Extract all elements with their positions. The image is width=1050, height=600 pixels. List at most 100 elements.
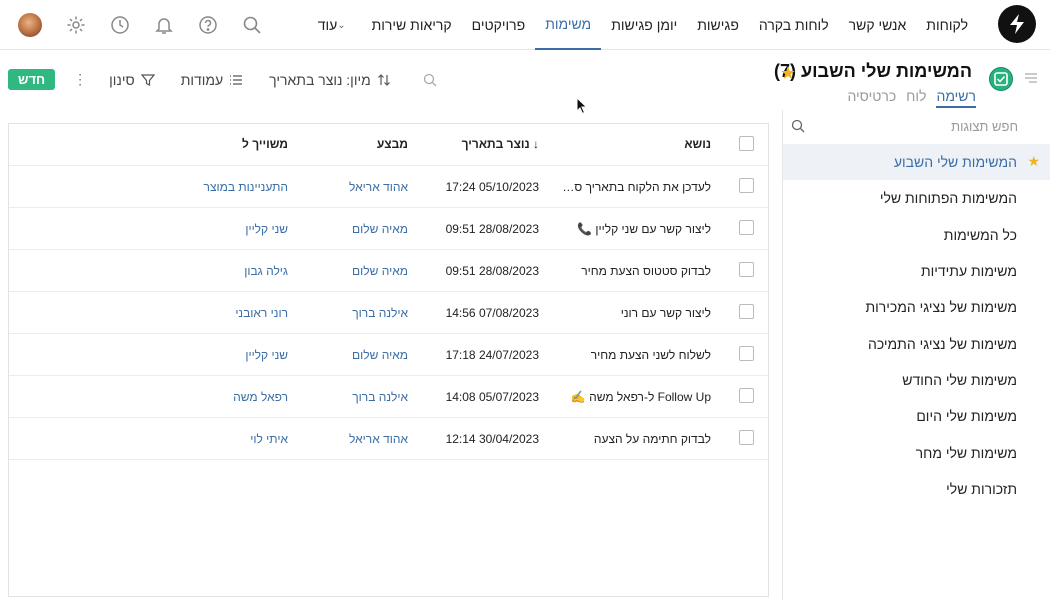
table-header-row: נושא ↓ נוצר בתאריך מבצע משוייך ל: [9, 124, 768, 166]
columns-label: עמודות: [180, 71, 224, 88]
page-header: המשימות שלי השבוע (7) ★ רשימה לוח כרטיסי…: [0, 51, 1050, 109]
sidebar-item-label: משימות שלי מחר: [915, 444, 1017, 461]
table-row[interactable]: Follow Up ל-רפאל משה ✍️ 05/07/2023 14:08…: [9, 376, 768, 418]
bell-icon[interactable]: [151, 12, 177, 38]
more-label: עוד: [317, 17, 338, 33]
avatar[interactable]: [18, 13, 42, 37]
task-created-date: 24/07/2023 17:18: [445, 348, 539, 362]
sidebar-item-my-tasks-this-week[interactable]: המשימות שלי השבוע ★: [783, 144, 1050, 181]
task-assigned-link[interactable]: רפאל משה: [233, 390, 288, 404]
sidebar-item-my-tasks-today[interactable]: משימות שלי היום: [783, 398, 1050, 434]
columns-button[interactable]: עמודות: [181, 72, 243, 88]
sidebar-item-my-reminders[interactable]: תזכורות שלי: [783, 471, 1050, 507]
sort-label: מיון: נוצר בתאריך: [269, 71, 371, 88]
tab-board[interactable]: לוח: [906, 88, 926, 108]
bolt-icon: [1010, 14, 1024, 34]
nav-item-more[interactable]: עוד ⌄: [308, 0, 362, 50]
new-button[interactable]: חדש: [8, 69, 56, 90]
task-subject[interactable]: לבדוק סטטוס הצעת מחיר: [561, 264, 711, 278]
task-executor-link[interactable]: מאיה שלום: [352, 222, 408, 236]
row-checkbox[interactable]: [739, 430, 754, 445]
search-icon: [791, 119, 805, 133]
task-created-date: 28/08/2023 09:51: [445, 222, 539, 236]
task-assigned-link[interactable]: רוני ראובני: [235, 306, 288, 320]
task-subject[interactable]: ליצור קשר עם שני קליין 📞: [561, 222, 711, 236]
nav-item-dashboards[interactable]: לוחות בקרה: [749, 0, 839, 50]
table-search-icon[interactable]: [417, 73, 437, 87]
sidebar-item-future-tasks[interactable]: משימות עתידיות: [783, 253, 1050, 289]
row-checkbox[interactable]: [739, 220, 754, 235]
task-executor-link[interactable]: מאיה שלום: [352, 348, 408, 362]
task-executor-link[interactable]: אהוד אריאל: [349, 180, 408, 194]
task-subject[interactable]: לעדכן את הלקוח בתאריך סיום...: [561, 180, 711, 194]
row-checkbox[interactable]: [739, 346, 754, 361]
more-options-icon[interactable]: ⋮: [73, 71, 87, 88]
search-icon[interactable]: [239, 12, 265, 38]
list-icon: [230, 74, 243, 85]
row-checkbox[interactable]: [739, 178, 754, 193]
table-row[interactable]: לשלוח לשני הצעת מחיר 24/07/2023 17:18 מא…: [9, 334, 768, 376]
help-icon[interactable]: [195, 12, 221, 38]
column-header-assigned[interactable]: משוייך ל: [242, 137, 288, 151]
sort-icon: [377, 73, 390, 86]
task-assigned-link[interactable]: שני קליין: [245, 222, 288, 236]
star-icon[interactable]: ★: [780, 63, 796, 84]
sidebar-item-label: תזכורות שלי: [946, 480, 1017, 497]
row-checkbox[interactable]: [739, 262, 754, 277]
nav-item-calendar[interactable]: יומן פגישות: [601, 0, 687, 50]
sidebar-item-support-reps-tasks[interactable]: משימות של נציגי התמיכה: [783, 325, 1050, 361]
task-subject[interactable]: ליצור קשר עם רוני: [561, 306, 711, 320]
task-executor-link[interactable]: מאיה שלום: [352, 264, 408, 278]
filter-label: סינון: [109, 71, 135, 88]
task-executor-link[interactable]: אהוד אריאל: [349, 432, 408, 446]
toolbar: חדש ⋮ סינון עמודות מיון: נוצר בתאריך: [8, 69, 463, 90]
chevron-down-icon: ⌄: [337, 19, 346, 31]
table-row[interactable]: ליצור קשר עם שני קליין 📞 28/08/2023 09:5…: [9, 208, 768, 250]
task-executor-link[interactable]: אילנה ברוך: [352, 390, 408, 404]
menu-icon[interactable]: [1024, 71, 1038, 89]
task-subject[interactable]: לשלוח לשני הצעת מחיר: [561, 348, 711, 362]
nav-item-meetings[interactable]: פגישות: [687, 0, 749, 50]
nav-item-service-calls[interactable]: קריאות שירות: [362, 0, 462, 50]
nav-item-projects[interactable]: פרויקטים: [462, 0, 536, 50]
tab-cards[interactable]: כרטיסיה: [847, 88, 896, 108]
nav-item-contacts[interactable]: אנשי קשר: [839, 0, 917, 50]
task-assigned-link[interactable]: התעניינות במוצר: [204, 180, 288, 194]
row-checkbox[interactable]: [739, 304, 754, 319]
views-search-placeholder: חפש תצוגות: [951, 119, 1018, 134]
task-assigned-link[interactable]: שני קליין: [245, 348, 288, 362]
sidebar-item-my-tasks-tomorrow[interactable]: משימות שלי מחר: [783, 434, 1050, 470]
sidebar-item-label: משימות של נציגי התמיכה: [867, 335, 1017, 352]
column-header-created[interactable]: ↓ נוצר בתאריך: [462, 137, 539, 151]
clock-icon[interactable]: [107, 12, 133, 38]
task-subject[interactable]: Follow Up ל-רפאל משה ✍️: [561, 390, 711, 404]
table-row[interactable]: לבדוק סטטוס הצעת מחיר 28/08/2023 09:51 מ…: [9, 250, 768, 292]
nav-item-customers[interactable]: לקוחות: [916, 0, 978, 50]
tab-list[interactable]: רשימה: [936, 88, 976, 108]
task-created-date: 05/07/2023 14:08: [445, 390, 539, 404]
sort-button[interactable]: מיון: נוצר בתאריך: [269, 72, 391, 88]
views-search-input[interactable]: חפש תצוגות: [783, 110, 1050, 144]
task-assigned-link[interactable]: גילה גבון: [244, 264, 288, 278]
filter-button[interactable]: סינון: [109, 72, 155, 88]
row-checkbox[interactable]: [739, 388, 754, 403]
task-subject[interactable]: לבדוק חתימה על הצעה: [561, 432, 711, 446]
task-executor-link[interactable]: אילנה ברוך: [352, 306, 408, 320]
select-all-checkbox[interactable]: [739, 136, 754, 151]
top-icons: [18, 12, 283, 38]
tasks-table: נושא ↓ נוצר בתאריך מבצע משוייך ל לעדכן א…: [8, 123, 769, 597]
table-row[interactable]: לעדכן את הלקוח בתאריך סיום... 05/10/2023…: [9, 166, 768, 208]
task-assigned-link[interactable]: איתי לוי: [250, 432, 288, 446]
column-header-executor[interactable]: מבצע: [377, 137, 408, 151]
app-logo[interactable]: [998, 5, 1036, 43]
table-row[interactable]: ליצור קשר עם רוני 07/08/2023 14:56 אילנה…: [9, 292, 768, 334]
nav-item-tasks[interactable]: משימות: [535, 0, 602, 50]
sidebar-item-my-open-tasks[interactable]: המשימות הפתוחות שלי: [783, 180, 1050, 216]
column-header-subject[interactable]: נושא: [561, 137, 711, 151]
sidebar-item-sales-reps-tasks[interactable]: משימות של נציגי המכירות: [783, 289, 1050, 325]
sidebar-item-all-tasks[interactable]: כל המשימות: [783, 217, 1050, 253]
sidebar-item-my-tasks-this-month[interactable]: משימות שלי החודש: [783, 362, 1050, 398]
mouse-pointer-icon: [576, 96, 588, 120]
table-row[interactable]: לבדוק חתימה על הצעה 30/04/2023 12:14 אהו…: [9, 418, 768, 460]
gear-icon[interactable]: [63, 12, 89, 38]
